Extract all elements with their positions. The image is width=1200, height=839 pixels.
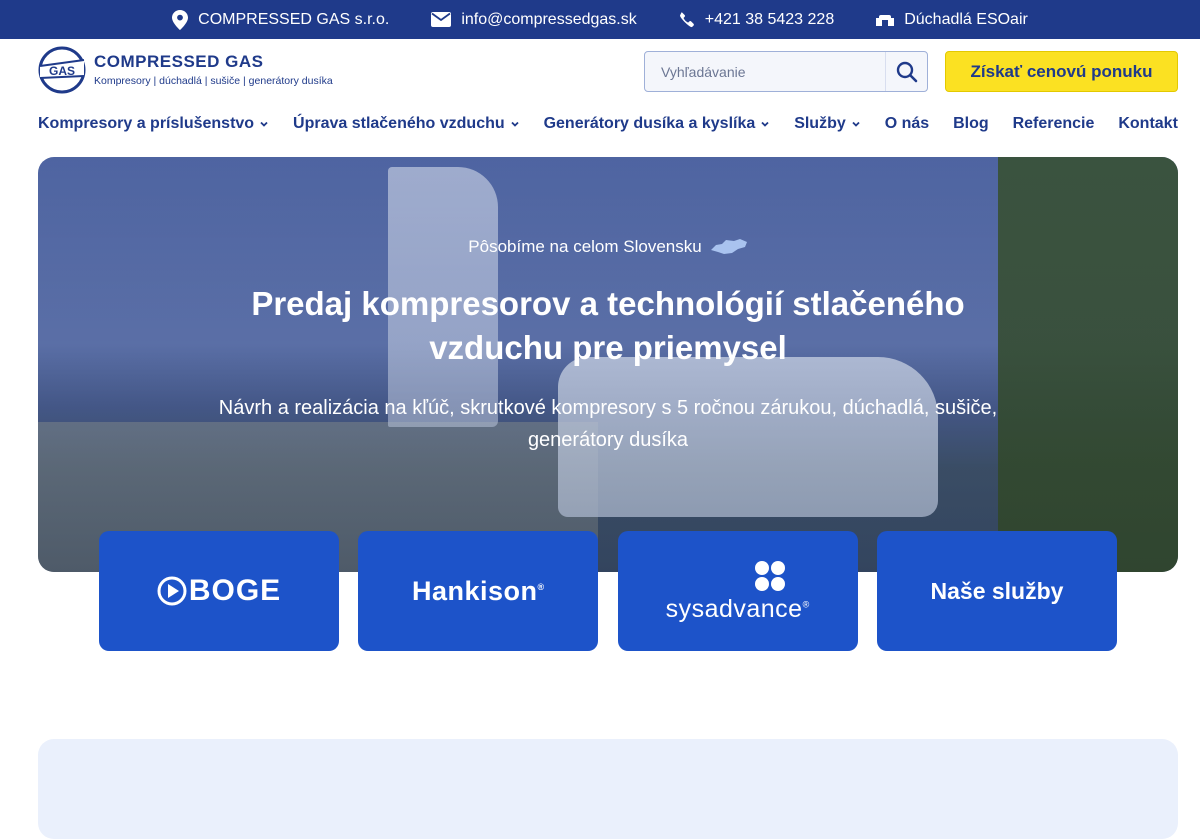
boge-logo: BOGE (157, 574, 281, 608)
brand-card-sysadvance[interactable]: sysadvance® (617, 531, 858, 651)
nav-item-compressors[interactable]: Kompresory a príslušenstvo (38, 115, 269, 133)
hero-subtitle: Návrh a realizácia na kľúč, skrutkové ko… (218, 397, 998, 451)
chevron-down-icon (761, 121, 769, 127)
boge-logo-text: BOGE (188, 574, 282, 607)
chevron-down-icon (260, 121, 268, 127)
nav-item-services[interactable]: Služby (794, 115, 861, 133)
gas-logo-icon: GAS (38, 46, 86, 94)
chevron-down-icon (852, 121, 860, 127)
phone-text: +421 38 5423 228 (704, 10, 835, 28)
email-text: info@compressedgas.sk (461, 10, 637, 28)
product-link[interactable]: Dúchadlá ESOair (876, 11, 1028, 29)
content-section (38, 739, 1178, 839)
search-icon (896, 61, 917, 82)
nav-item-references[interactable]: Referencie (1013, 115, 1095, 133)
slovakia-map-icon (710, 239, 747, 254)
nav-label: Služby (794, 115, 846, 132)
logo-title: COMPRESSED GAS (94, 52, 264, 71)
brand-cards: BOGE Hankison® sysadvance® Naše služby (99, 531, 1117, 651)
mail-icon (431, 12, 452, 27)
nav-item-air-treatment[interactable]: Úprava stlačeného vzduchu (293, 115, 520, 133)
hero-title: Predaj kompresorov a technológií stlačen… (251, 285, 965, 366)
registered-mark-icon: ® (802, 599, 810, 610)
get-quote-button[interactable]: Získať cenovú ponuku (945, 51, 1178, 92)
brand-card-hankison[interactable]: Hankison® (358, 531, 599, 651)
boge-play-icon (157, 576, 187, 606)
company-name: COMPRESSED GAS s.r.o. (198, 10, 390, 28)
hero-tagline-text: Pôsobíme na celom Slovensku (468, 237, 702, 256)
sysadvance-logo: sysadvance® (666, 559, 810, 624)
sysadvance-propeller-icon (754, 560, 785, 591)
nav-item-contact[interactable]: Kontakt (1118, 115, 1178, 133)
nav-label: O nás (884, 115, 930, 132)
nav-label: Generátory dusíka a kyslíka (543, 115, 756, 132)
email-link[interactable]: info@compressedgas.sk (431, 10, 637, 29)
logo-mark-text: GAS (49, 64, 75, 78)
nav-label: Kompresory a príslušenstvo (38, 115, 255, 132)
nav-label: Úprava stlačeného vzduchu (293, 115, 505, 132)
registered-mark-icon: ® (537, 581, 545, 592)
logo-subtitle: Kompresory | dúchadlá | sušiče | generát… (94, 75, 333, 87)
blower-icon (876, 14, 895, 26)
hankison-logo-text: Hankison (411, 575, 538, 606)
search-button[interactable] (885, 52, 927, 91)
top-bar: COMPRESSED GAS s.r.o. info@compressedgas… (0, 0, 1200, 39)
phone-link[interactable]: +421 38 5423 228 (679, 11, 834, 29)
nav-label: Referencie (1012, 115, 1095, 132)
nav-label: Blog (953, 115, 989, 132)
site-logo[interactable]: GAS COMPRESSED GAS Kompresory | dúchadlá… (38, 46, 333, 94)
nav-item-blog[interactable]: Blog (953, 115, 989, 133)
hankison-logo: Hankison® (412, 576, 545, 607)
services-card-label: Naše služby (930, 577, 1064, 604)
logo-text: COMPRESSED GAS Kompresory | dúchadlá | s… (94, 52, 333, 88)
search-box (644, 51, 928, 92)
search-input[interactable] (645, 52, 885, 91)
company-info: COMPRESSED GAS s.r.o. (172, 9, 390, 30)
nav-item-generators[interactable]: Generátory dusíka a kyslíka (544, 115, 771, 133)
nav-label: Kontakt (1118, 115, 1178, 132)
phone-icon (679, 11, 694, 27)
hero-tagline: Pôsobíme na celom Slovensku (38, 237, 1178, 257)
services-card[interactable]: Naše služby (876, 531, 1117, 651)
product-text: Dúchadlá ESOair (904, 10, 1028, 28)
main-nav: Kompresory a príslušenstvo Úprava stlače… (38, 110, 1178, 138)
sysadvance-logo-text: sysadvance (665, 594, 803, 623)
location-pin-icon (172, 9, 189, 30)
chevron-down-icon (511, 121, 519, 127)
brand-card-boge[interactable]: BOGE (99, 531, 339, 651)
nav-item-about[interactable]: O nás (885, 115, 929, 133)
hero-banner: Pôsobíme na celom Slovensku Predaj kompr… (38, 157, 1178, 572)
